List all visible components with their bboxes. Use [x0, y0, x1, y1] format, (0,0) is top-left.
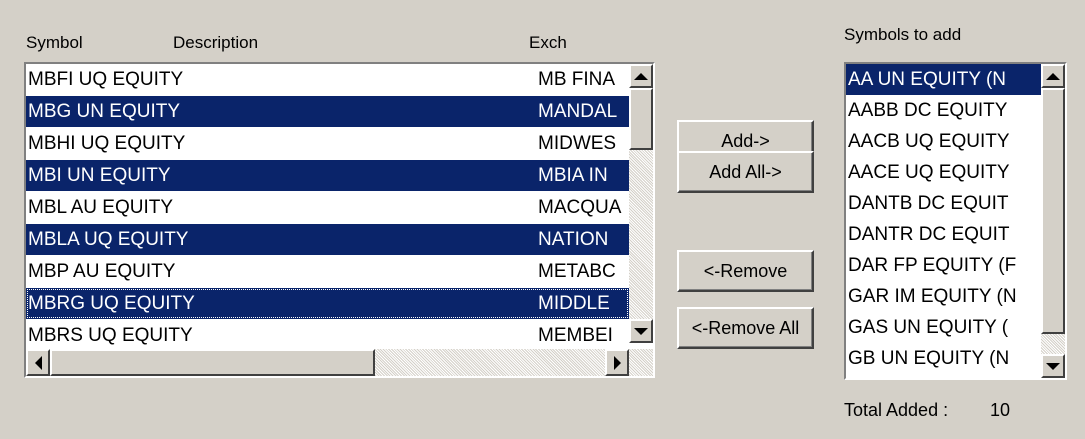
scroll-down-button[interactable]: [629, 319, 653, 343]
total-added-value: 10: [990, 400, 1011, 420]
table-row[interactable]: MBFI UQ EQUITY MB FINA: [26, 64, 629, 95]
symbol-cell: MBLA UQ EQUITY: [28, 229, 189, 250]
exch-cell: NATION: [538, 229, 609, 250]
arrow-up-icon: [634, 72, 648, 80]
symbol-cell: MBG UN EQUITY: [28, 101, 181, 122]
symbol-cell: MBRS UQ EQUITY: [28, 325, 193, 346]
exch-cell: MANDAL: [538, 101, 618, 122]
scroll-right-button[interactable]: [605, 349, 629, 376]
list-item[interactable]: DAR FP EQUITY (F: [846, 250, 1041, 281]
column-header-description[interactable]: Description: [173, 33, 258, 53]
list-item[interactable]: GAR IM EQUITY (N: [846, 281, 1041, 312]
column-header-exch[interactable]: Exch: [529, 33, 567, 53]
arrow-right-icon: [613, 355, 621, 370]
list-item[interactable]: AACB UQ EQUITY: [846, 126, 1041, 157]
symbol-cell: MBRG UQ EQUITY: [28, 293, 195, 314]
table-row[interactable]: MBP AU EQUITY METABC: [26, 256, 629, 287]
list-item[interactable]: DANTR DC EQUIT: [846, 219, 1041, 250]
column-header-symbol[interactable]: Symbol: [26, 33, 83, 53]
exch-cell: MB FINA: [538, 69, 616, 90]
symbol-cell: MBL AU EQUITY: [28, 197, 173, 218]
table-row[interactable]: MBRG UQ EQUITY MIDDLE: [26, 288, 629, 319]
symbols-to-add-list[interactable]: AA UN EQUITY (N AABB DC EQUITY AACB UQ EQU…: [844, 62, 1067, 380]
table-row[interactable]: MBI UN EQUITY MBIA IN: [26, 160, 629, 191]
arrow-down-icon: [634, 327, 648, 335]
scroll-up-button[interactable]: [629, 64, 653, 88]
table-row[interactable]: MBL AU EQUITY MACQUA: [26, 192, 629, 223]
exch-cell: MBIA IN: [538, 165, 608, 186]
right-vertical-scrollbar[interactable]: [1041, 64, 1065, 378]
symbol-list[interactable]: MBFI UQ EQUITY MB FINA MBG UN EQUITY MANDAL…: [24, 62, 655, 378]
symbol-cell: MBFI UQ EQUITY: [28, 69, 184, 90]
symbol-cell: MBP AU EQUITY: [28, 261, 176, 282]
table-row[interactable]: MBRS UQ EQUITY MEMBEI: [26, 320, 629, 351]
list-item[interactable]: DANTB DC EQUIT: [846, 188, 1041, 219]
list-item[interactable]: GB UN EQUITY (N: [846, 343, 1041, 374]
table-row[interactable]: MBG UN EQUITY MANDAL: [26, 96, 629, 127]
arrow-up-icon: [1046, 72, 1060, 80]
exch-cell: METABC: [538, 261, 616, 282]
list-item[interactable]: AACE UQ EQUITY: [846, 157, 1041, 188]
scroll-left-button[interactable]: [26, 349, 50, 376]
right-scroll-down-button[interactable]: [1041, 354, 1065, 378]
vertical-scrollbar[interactable]: [629, 64, 653, 343]
remove-button[interactable]: <-Remove: [677, 250, 814, 292]
horizontal-scroll-thumb[interactable]: [50, 349, 375, 376]
symbol-cell: MBI UN EQUITY: [28, 165, 171, 186]
list-item[interactable]: GAS UN EQUITY (: [846, 312, 1041, 343]
table-row[interactable]: MBHI UQ EQUITY MIDWES: [26, 128, 629, 159]
remove-all-button[interactable]: <-Remove All: [677, 307, 814, 349]
add-all-button[interactable]: Add All->: [677, 151, 814, 193]
symbol-cell: MBHI UQ EQUITY: [28, 133, 186, 154]
list-item[interactable]: AABB DC EQUITY: [846, 95, 1041, 126]
table-row[interactable]: MBLA UQ EQUITY NATION: [26, 224, 629, 255]
horizontal-scrollbar[interactable]: [26, 349, 653, 376]
symbols-to-add-title: Symbols to add: [844, 25, 962, 44]
list-item[interactable]: AA UN EQUITY (N: [846, 64, 1041, 95]
arrow-down-icon: [1046, 362, 1060, 370]
right-scroll-up-button[interactable]: [1041, 64, 1065, 88]
total-added-label: Total Added :: [844, 400, 949, 420]
exch-cell: MEMBEI: [538, 325, 613, 346]
arrow-left-icon: [34, 355, 42, 370]
exch-cell: MIDWES: [538, 133, 617, 154]
vertical-scroll-thumb[interactable]: [629, 88, 653, 150]
exch-cell: MACQUA: [538, 197, 622, 218]
exch-cell: MIDDLE: [538, 293, 610, 314]
right-vertical-scroll-thumb[interactable]: [1041, 88, 1065, 334]
